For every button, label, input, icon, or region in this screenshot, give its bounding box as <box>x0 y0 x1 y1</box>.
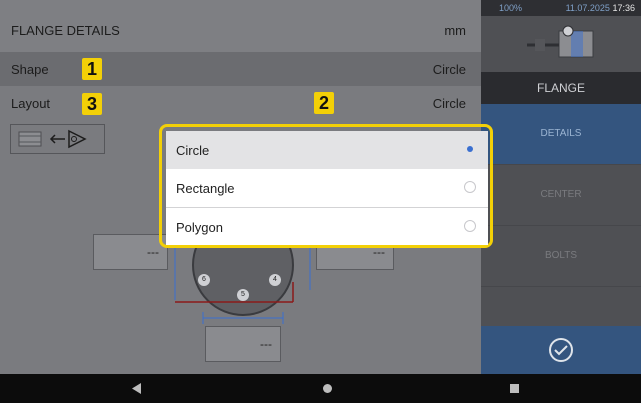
header-bar: FLANGE DETAILS mm <box>0 0 481 52</box>
status-bar: 100% 11.07.2025 17:36 <box>481 0 641 16</box>
status-date: 11.07.2025 <box>565 3 610 13</box>
layout-label: Layout <box>11 96 51 111</box>
square-recents-icon[interactable] <box>510 384 519 393</box>
flange-orientation-button[interactable] <box>10 124 105 154</box>
layout-row[interactable]: Layout Circle <box>0 86 481 120</box>
shape-dropdown: Circle Rectangle Polygon <box>166 131 488 245</box>
option-label: Circle <box>176 143 210 158</box>
shape-label: Shape <box>11 62 49 77</box>
radio-unselected-icon <box>464 181 476 193</box>
status-time: 17:36 <box>612 3 635 13</box>
option-circle[interactable]: Circle <box>166 131 488 169</box>
unit-label: mm <box>444 23 466 38</box>
callout-badge-1: 1 <box>82 58 102 80</box>
sidebar-title: FLANGE <box>481 72 641 104</box>
sidebar-item-center[interactable]: CENTER <box>481 165 641 226</box>
bolt-marker: 5 <box>237 289 249 301</box>
radio-selected-icon <box>464 143 476 155</box>
radio-unselected-icon <box>464 220 476 232</box>
sidebar-item-bolts[interactable]: BOLTS <box>481 226 641 287</box>
bolt-marker: 4 <box>269 274 281 286</box>
option-label: Rectangle <box>176 181 235 196</box>
flange-orientation-icon <box>18 129 87 149</box>
callout-badge-2: 2 <box>314 92 334 114</box>
checkmark-circle-icon <box>549 338 573 362</box>
option-polygon[interactable]: Polygon <box>166 207 488 246</box>
machine-thumbnail-icon <box>527 25 594 58</box>
circle-home-icon[interactable] <box>323 384 332 393</box>
shape-row[interactable]: Shape Circle <box>0 52 481 86</box>
triangle-back-icon[interactable] <box>132 383 142 394</box>
layout-value: Circle <box>432 96 466 111</box>
option-rectangle[interactable]: Rectangle <box>166 169 488 207</box>
option-label: Polygon <box>176 220 223 235</box>
bolt-circle-field[interactable]: --- <box>205 326 281 362</box>
shape-value: Circle <box>432 62 466 77</box>
android-nav-bar <box>0 374 641 403</box>
page-title: FLANGE DETAILS <box>11 23 120 38</box>
confirm-button[interactable] <box>481 326 641 374</box>
bolt-marker: 6 <box>198 274 210 286</box>
battery-level: 100% <box>499 3 523 13</box>
outer-diameter-field[interactable]: --- <box>93 234 168 270</box>
sidebar-item-details[interactable]: DETAILS <box>481 104 641 165</box>
callout-badge-3: 3 <box>82 93 102 115</box>
